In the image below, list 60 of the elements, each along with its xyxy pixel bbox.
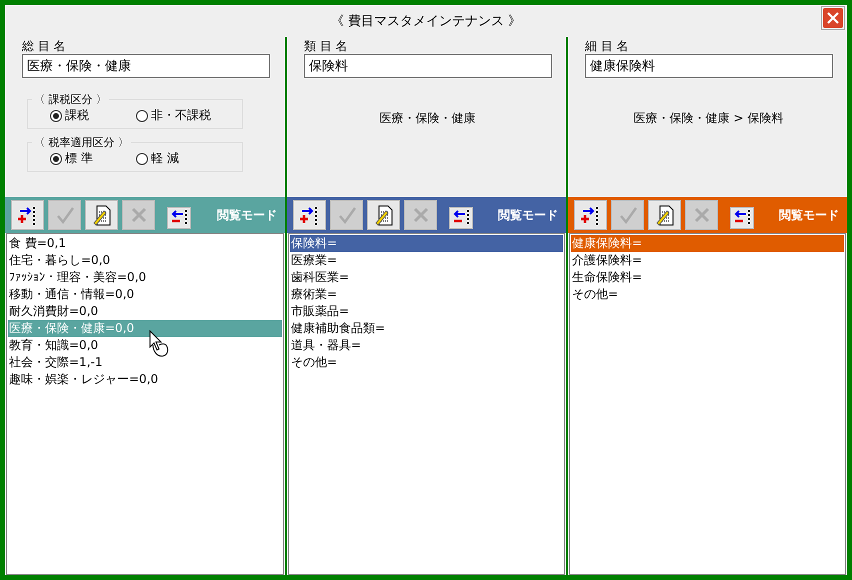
toolbar-button[interactable] [367, 200, 400, 230]
breadcrumb-path: 医療・保険・健康 > 保険料 [632, 110, 784, 127]
field-label: 総 目 名 [22, 39, 67, 53]
group-title: 〈 課税区分 〉 [33, 92, 108, 107]
toolbar-button[interactable] [167, 207, 191, 229]
radio-button[interactable] [136, 152, 148, 164]
list-item[interactable]: 生命保険料= [571, 269, 844, 286]
list-item[interactable]: 食 費=0,1 [8, 235, 282, 252]
edit-document-icon [372, 204, 394, 226]
mode-label: 閲覧モード [779, 206, 839, 224]
list-item[interactable]: 道具・器具= [290, 337, 563, 354]
list-item[interactable]: 移動・通信・情報=0,0 [8, 286, 282, 303]
list-item[interactable]: 健康補助食品類= [290, 320, 563, 337]
toolbar-button[interactable] [85, 200, 118, 230]
list-item[interactable]: 住宅・暮らし=0,0 [8, 252, 282, 269]
input-field[interactable]: 保険料 [304, 54, 552, 78]
close-icon [823, 8, 843, 28]
toolbar-button[interactable] [11, 200, 44, 230]
list-item[interactable]: 療術業= [290, 286, 563, 303]
group-title: 〈 税率適用区分 〉 [33, 135, 130, 150]
list-item[interactable]: その他= [290, 354, 563, 371]
radio-option[interactable]: 課税 [50, 107, 136, 124]
field-label: 類 目 名 [304, 39, 349, 53]
option-label: 課税 [65, 107, 89, 124]
list-item[interactable]: 医療業= [290, 252, 563, 269]
option-label: 標 準 [65, 150, 93, 167]
option-label: 軽 減 [151, 150, 179, 167]
option-label: 非・不課税 [151, 107, 211, 124]
radio-option[interactable]: 非・不課税 [136, 107, 222, 124]
breadcrumb-path: 医療・保険・健康 [378, 110, 476, 127]
input-field[interactable]: 医療・保険・健康 [22, 54, 270, 78]
list-item[interactable]: 健康保険料= [571, 235, 844, 252]
toolbar-button[interactable] [648, 200, 681, 230]
mode-label: 閲覧モード [217, 206, 277, 224]
radio-button[interactable] [50, 110, 62, 122]
toolbar-button[interactable] [730, 207, 754, 229]
edit-document-icon [654, 204, 676, 226]
toolbar-button[interactable] [449, 207, 473, 229]
list-item[interactable]: 趣味・娯楽・レジャー=0,0 [8, 371, 282, 388]
toolbar-button[interactable] [574, 200, 607, 230]
list-item[interactable]: 教育・知識=0,0 [8, 337, 282, 354]
list-item[interactable]: その他= [571, 286, 844, 303]
radio-button[interactable] [50, 152, 62, 164]
list-item[interactable]: 歯科医業= [290, 269, 563, 286]
edit-document-icon [90, 204, 112, 226]
mode-label: 閲覧モード [498, 206, 558, 224]
window-title: 《 費目マスタメインテナンス 》 [330, 13, 522, 30]
radio-option[interactable]: 標 準 [50, 150, 136, 167]
list-item[interactable]: 耐久消費財=0,0 [8, 303, 282, 320]
list-item[interactable]: 保険料= [290, 235, 563, 252]
radio-option[interactable]: 軽 減 [136, 150, 222, 167]
list-item[interactable]: 市販薬品= [290, 303, 563, 320]
list-item[interactable]: 介護保険料= [571, 252, 844, 269]
close-button[interactable] [821, 6, 845, 30]
input-field[interactable]: 健康保険料 [585, 54, 833, 78]
radio-button[interactable] [136, 110, 148, 122]
list-item[interactable]: ﾌｧｯｼｮﾝ・理容・美容=0,0 [8, 269, 282, 286]
toolbar-button[interactable] [293, 200, 326, 230]
list-item[interactable]: 社会・交際=1,-1 [8, 354, 282, 371]
field-label: 細 目 名 [585, 39, 630, 53]
